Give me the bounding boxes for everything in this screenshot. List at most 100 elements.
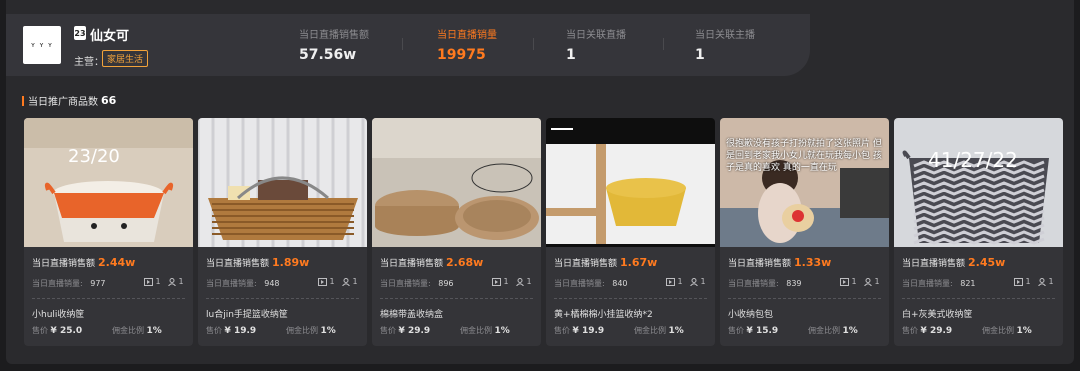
sales-value: 1.89w <box>272 256 310 269</box>
product-name[interactable]: lu合jin手提篮收纳筐 <box>206 307 288 320</box>
main-category-tag: 家居生活 <box>102 50 149 67</box>
sales-label: 当日直播销售额 <box>206 259 270 269</box>
live-icon <box>492 277 501 286</box>
live-count-value: 1 <box>155 277 161 286</box>
stat-label: 当日直播销量 <box>437 30 497 41</box>
product-card[interactable]: 当日直播销售额 1.67w 当日直播销量: 840 1 1 黄+橘棉棉小挂篮收纳… <box>546 118 715 346</box>
commission-value: 1% <box>1016 326 1032 336</box>
commission-label: 佣金比例 <box>286 326 318 335</box>
sales-row: 当日直播销售额 1.89w <box>206 256 309 269</box>
volume-label: 当日直播销量: <box>206 279 257 288</box>
product-name[interactable]: 棉棉带盖收纳盒 <box>380 307 443 320</box>
product-card[interactable]: 当日直播销售额 1.89w 当日直播销量: 948 1 1 lu合jin手提篮收… <box>198 118 367 346</box>
stat-sales-amount[interactable]: 当日直播销售额 57.56w <box>299 26 369 63</box>
stat-value: 1 <box>695 47 705 63</box>
price-row: 售价 ¥ 19.9 <box>206 325 256 336</box>
product-image[interactable]: 23/20 <box>24 118 193 247</box>
section-title: 当日推广商品数 66 <box>22 93 116 108</box>
commission-row: 佣金比例 1% <box>286 325 336 336</box>
live-icon <box>318 277 327 286</box>
sales-row: 当日直播销售额 1.67w <box>554 256 657 269</box>
live-count-value: 1 <box>503 277 509 286</box>
price-value: ¥ 19.9 <box>224 326 257 336</box>
stat-label: 当日关联主播 <box>695 30 755 41</box>
sales-row: 当日直播销售额 2.44w <box>32 256 135 269</box>
anchor-count-value: 1 <box>352 277 358 286</box>
stat-related-anchors[interactable]: 当日关联主播 1 <box>695 26 755 63</box>
anchor-count: 1 <box>690 277 706 286</box>
sales-value: 2.68w <box>446 256 484 269</box>
product-card[interactable]: 当日直播销售额 2.68w 当日直播销量: 896 1 1 棉棉带盖收纳盒 售价… <box>372 118 541 346</box>
product-image[interactable] <box>546 118 715 247</box>
volume-value: 977 <box>90 279 106 288</box>
divider <box>554 298 707 299</box>
product-image[interactable] <box>198 118 367 247</box>
price-value: ¥ 15.9 <box>746 326 779 336</box>
commission-row: 佣金比例 1% <box>808 325 858 336</box>
stat-value: 57.56w <box>299 47 357 63</box>
stat-sales-volume[interactable]: 当日直播销量 19975 <box>437 26 497 63</box>
product-card[interactable]: 41/27/22 当日直播销售额 2.45w 当日直播销量: 821 1 1 白… <box>894 118 1063 346</box>
product-image[interactable]: 很抱歉没有孩子打扮就拍了这张照片 但是回到老家我小女儿就在玩我每小包 孩子是真的… <box>720 118 889 247</box>
commission-value: 1% <box>842 326 858 336</box>
price-row: 售价 ¥ 19.9 <box>554 325 604 336</box>
volume-label: 当日直播销量: <box>32 279 83 288</box>
sales-label: 当日直播销售额 <box>554 259 618 269</box>
volume-label: 当日直播销量: <box>380 279 431 288</box>
anchor-count: 1 <box>1038 277 1054 286</box>
image-overlay-text: 41/27/22 <box>928 148 1018 172</box>
user-icon <box>864 277 872 286</box>
anchor-count: 1 <box>864 277 880 286</box>
anchor-name[interactable]: 仙女可 <box>90 25 129 44</box>
product-card[interactable]: 23/20 当日直播销售额 2.44w 当日直播销量: 977 1 1 小hul… <box>24 118 193 346</box>
commission-row: 佣金比例 1% <box>634 325 684 336</box>
price-value: ¥ 29.9 <box>398 326 431 336</box>
stat-label: 当日直播销售额 <box>299 30 369 41</box>
user-icon <box>168 277 176 286</box>
image-overlay-text: 很抱歉没有孩子打扮就拍了这张照片 但是回到老家我小女儿就在玩我每小包 孩子是真的… <box>726 139 882 173</box>
level-badge: 23 <box>74 26 86 40</box>
live-count-value: 1 <box>329 277 335 286</box>
product-name[interactable]: 小收纳包包 <box>728 307 773 320</box>
volume-label: 当日直播销量: <box>728 279 779 288</box>
price-row: 售价 ¥ 25.0 <box>32 325 82 336</box>
price-label: 售价 <box>32 326 48 335</box>
price-row: 售价 ¥ 29.9 <box>380 325 430 336</box>
product-card[interactable]: 很抱歉没有孩子打扮就拍了这张照片 但是回到老家我小女儿就在玩我每小包 孩子是真的… <box>720 118 889 346</box>
commission-value: 1% <box>146 326 162 336</box>
sales-label: 当日直播销售额 <box>32 259 96 269</box>
live-icon <box>144 277 153 286</box>
sales-value: 1.67w <box>620 256 658 269</box>
commission-row: 佣金比例 1% <box>112 325 162 336</box>
anchor-avatar[interactable]: ʏ ʏ ʏ <box>23 26 61 64</box>
product-name[interactable]: 白+灰美式收纳筐 <box>902 307 973 320</box>
live-icon <box>666 277 675 286</box>
sales-value: 1.33w <box>794 256 832 269</box>
divider <box>902 298 1055 299</box>
live-count: 1 <box>666 277 683 286</box>
sales-row: 当日直播销售额 1.33w <box>728 256 831 269</box>
volume-label: 当日直播销量: <box>554 279 605 288</box>
volume-value: 821 <box>960 279 976 288</box>
price-value: ¥ 19.9 <box>572 326 605 336</box>
stat-related-lives[interactable]: 当日关联直播 1 <box>566 26 626 63</box>
volume-value: 840 <box>612 279 628 288</box>
product-count: 66 <box>101 94 117 107</box>
product-name[interactable]: 黄+橘棉棉小挂篮收纳*2 <box>554 307 653 320</box>
live-count: 1 <box>1014 277 1031 286</box>
volume-row: 当日直播销量: 821 <box>902 278 976 289</box>
anchor-count-value: 1 <box>1048 277 1054 286</box>
commission-label: 佣金比例 <box>634 326 666 335</box>
user-icon <box>516 277 524 286</box>
divider <box>32 298 185 299</box>
commission-label: 佣金比例 <box>982 326 1014 335</box>
product-image[interactable]: 41/27/22 <box>894 118 1063 247</box>
live-icon <box>840 277 849 286</box>
product-name[interactable]: 小huli收纳筐 <box>32 307 84 320</box>
price-label: 售价 <box>554 326 570 335</box>
commission-value: 1% <box>668 326 684 336</box>
stat-divider <box>533 38 534 50</box>
volume-label: 当日直播销量: <box>902 279 953 288</box>
product-image[interactable] <box>372 118 541 247</box>
section-title-text: 当日推广商品数 <box>28 97 98 108</box>
